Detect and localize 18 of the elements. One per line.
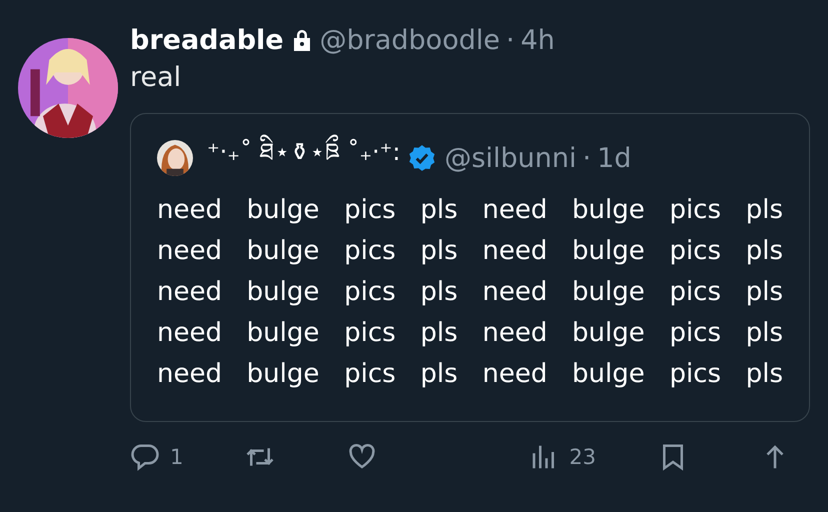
- user-handle[interactable]: @bradboodle: [320, 24, 500, 56]
- action-count: 1: [170, 445, 184, 469]
- quote-text-line: need bulge pics pls need bulge pics pls: [157, 194, 783, 227]
- quote-text-line: need bulge pics pls need bulge pics pls: [157, 276, 783, 309]
- display-name[interactable]: breadable: [130, 24, 284, 56]
- separator: ·: [506, 24, 515, 56]
- quote-card[interactable]: [130, 113, 810, 422]
- display-name[interactable]: ⁺‧₊˚ ཐི⋆⚱⋆ཋྀ ˚₊‧⁺:: [207, 124, 400, 192]
- quote-text-line: need bulge pics pls need bulge pics pls: [157, 235, 783, 268]
- timestamp[interactable]: 1d: [597, 142, 632, 174]
- action-count: 23: [569, 445, 596, 469]
- timestamp[interactable]: 4h: [520, 24, 555, 56]
- separator: ·: [582, 142, 592, 174]
- quote-text-line: need bulge pics pls need bulge pics pls: [157, 317, 783, 350]
- user-handle[interactable]: @silbunni: [444, 142, 576, 174]
- reply-icon[interactable]: [130, 442, 160, 472]
- quote-text-line: need bulge pics pls need bulge pics pls: [157, 358, 783, 391]
- tweet-text: real: [130, 62, 182, 93]
